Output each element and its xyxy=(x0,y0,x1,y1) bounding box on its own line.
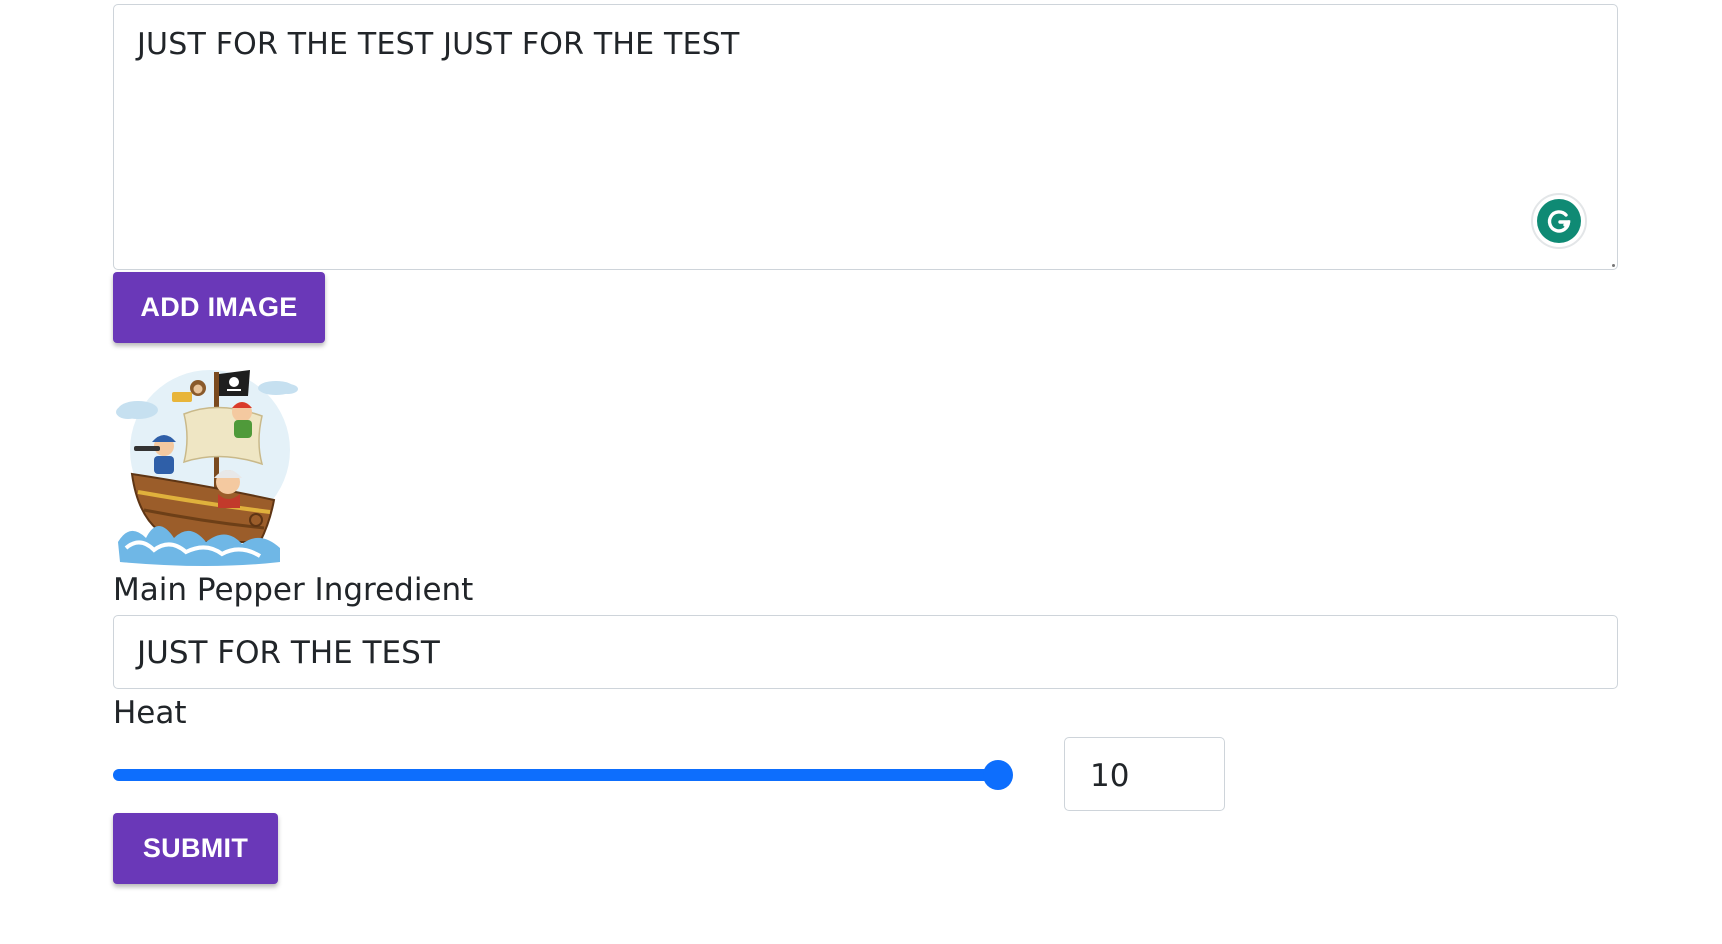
heat-slider-thumb[interactable] xyxy=(983,760,1013,790)
submit-button[interactable]: SUBMIT xyxy=(113,813,278,884)
pepper-input[interactable]: JUST FOR THE TEST xyxy=(113,615,1618,689)
heat-value-text: 10 xyxy=(1090,758,1130,794)
add-image-button[interactable]: ADD IMAGE xyxy=(113,272,325,343)
heat-label: Heat xyxy=(113,695,187,731)
pepper-label: Main Pepper Ingredient xyxy=(113,572,474,608)
pirate-ship-image xyxy=(116,370,298,566)
heat-slider[interactable] xyxy=(113,760,1013,790)
recipe-form: JUST FOR THE TEST JUST FOR THE TEST ADD … xyxy=(0,0,1722,944)
grammarly-icon[interactable] xyxy=(1531,193,1587,249)
heat-slider-fill xyxy=(113,769,998,781)
resize-handle[interactable] xyxy=(1612,264,1615,267)
pepper-input-value: JUST FOR THE TEST xyxy=(137,635,440,671)
heat-value-input[interactable]: 10 xyxy=(1064,737,1225,811)
description-text: JUST FOR THE TEST JUST FOR THE TEST xyxy=(137,27,740,62)
description-textarea[interactable]: JUST FOR THE TEST JUST FOR THE TEST xyxy=(113,4,1618,270)
